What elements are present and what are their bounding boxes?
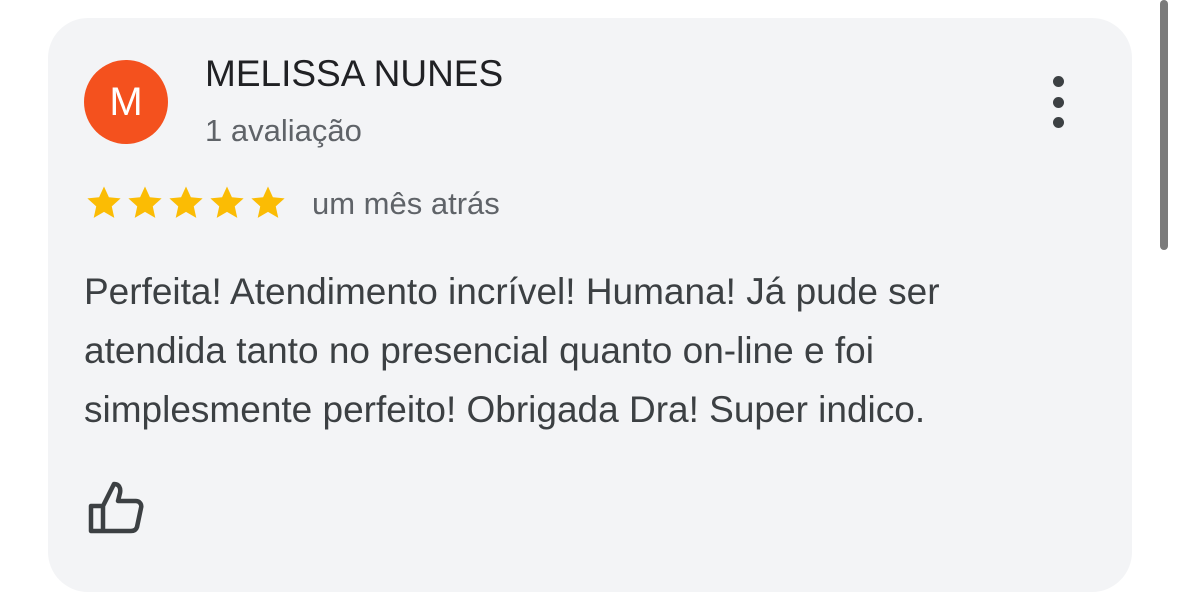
- like-button[interactable]: [84, 478, 146, 538]
- star-icon: [169, 186, 203, 218]
- reviewer-name[interactable]: MELISSA NUNES: [205, 53, 503, 95]
- star-icon: [251, 186, 285, 218]
- review-page: M MELISSA NUNES 1 avaliação um mês atrás…: [0, 0, 1179, 598]
- avatar[interactable]: M: [84, 60, 168, 144]
- more-vert-icon-dot: [1052, 96, 1064, 108]
- more-options-button[interactable]: [1038, 72, 1078, 132]
- review-text: Perfeita! Atendimento incrível! Humana! …: [84, 271, 940, 430]
- more-vert-icon-dot: [1052, 117, 1064, 128]
- star-icon: [87, 186, 121, 218]
- scrollbar[interactable]: [1160, 0, 1168, 250]
- star-rating: [84, 184, 289, 222]
- reviewer-review-count: 1 avaliação: [205, 113, 362, 148]
- review-time: um mês atrás: [312, 186, 500, 221]
- thumb-up-icon: [88, 481, 144, 534]
- star-icon: [128, 186, 162, 218]
- star-icon: [210, 186, 244, 218]
- more-vert-icon: [1052, 76, 1064, 87]
